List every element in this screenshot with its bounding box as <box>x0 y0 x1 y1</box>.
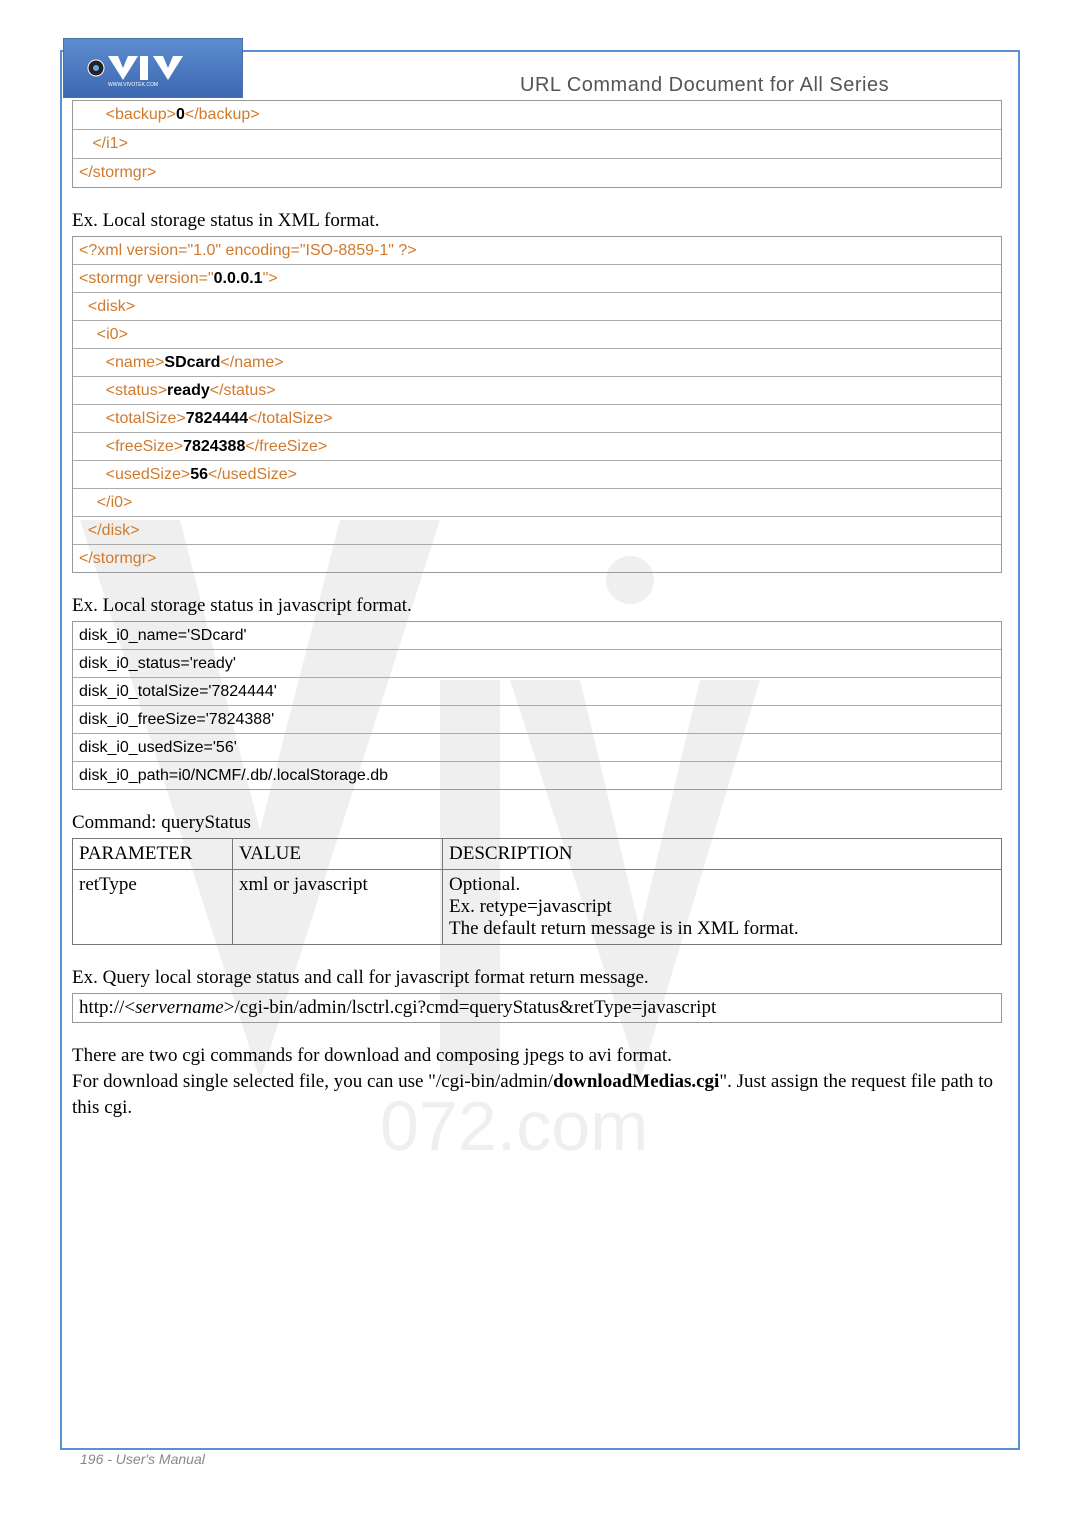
example-label-1: Ex. Local storage status in XML format. <box>72 210 1002 232</box>
code-line: <backup>0</backup> <box>73 101 1001 130</box>
header-title: URL Command Document for All Series <box>520 74 1080 97</box>
command-label: Command: queryStatus <box>72 812 1002 834</box>
table-cell: retType <box>73 870 233 945</box>
logo: WWW.VIVOTEK.COM <box>63 38 243 98</box>
code-line: http://<servername>/cgi-bin/admin/lsctrl… <box>73 994 1001 1022</box>
svg-text:WWW.VIVOTEK.COM: WWW.VIVOTEK.COM <box>108 82 158 88</box>
url-snippet: http://<servername>/cgi-bin/admin/lsctrl… <box>72 993 1002 1023</box>
code-line: <totalSize>7824444</totalSize> <box>73 405 1001 433</box>
code-line: <name>SDcard</name> <box>73 349 1001 377</box>
code-line: <stormgr version="0.0.0.1"> <box>73 265 1001 293</box>
parameter-table: PARAMETER VALUE DESCRIPTION retType xml … <box>72 838 1002 945</box>
code-line: <status>ready</status> <box>73 377 1001 405</box>
code-line: </disk> <box>73 517 1001 545</box>
js-snippet: disk_i0_name='SDcard' disk_i0_status='re… <box>72 621 1002 790</box>
code-line: </stormgr> <box>73 159 1001 187</box>
table-header: PARAMETER <box>73 839 233 870</box>
example-label-2: Ex. Local storage status in javascript f… <box>72 595 1002 617</box>
content-area: <backup>0</backup> </i1> </stormgr> Ex. … <box>72 100 1002 1121</box>
table-header: VALUE <box>233 839 443 870</box>
code-line: disk_i0_status='ready' <box>73 650 1001 678</box>
xml-snippet-1: <backup>0</backup> </i1> </stormgr> <box>72 100 1002 188</box>
code-line: <i0> <box>73 321 1001 349</box>
page-footer: 196 - User's Manual <box>80 1451 205 1467</box>
table-cell: Optional. Ex. retype=javascript The defa… <box>443 870 1002 945</box>
xml-snippet-2: <?xml version="1.0" encoding="ISO-8859-1… <box>72 236 1002 573</box>
code-line: disk_i0_freeSize='7824388' <box>73 706 1001 734</box>
code-line: <disk> <box>73 293 1001 321</box>
table-row: retType xml or javascript Optional. Ex. … <box>73 870 1002 945</box>
example-label-3: Ex. Query local storage status and call … <box>72 967 1002 989</box>
table-row: PARAMETER VALUE DESCRIPTION <box>73 839 1002 870</box>
code-line: disk_i0_totalSize='7824444' <box>73 678 1001 706</box>
paragraph: For download single selected file, you c… <box>72 1069 1002 1121</box>
body-text: There are two cgi commands for download … <box>72 1043 1002 1121</box>
code-line: disk_i0_path=i0/NCMF/.db/.localStorage.d… <box>73 762 1001 789</box>
code-line: </stormgr> <box>73 545 1001 572</box>
code-line: <usedSize>56</usedSize> <box>73 461 1001 489</box>
code-line: </i1> <box>73 130 1001 159</box>
code-line: <freeSize>7824388</freeSize> <box>73 433 1001 461</box>
table-header: DESCRIPTION <box>443 839 1002 870</box>
code-line: disk_i0_name='SDcard' <box>73 622 1001 650</box>
code-line: <?xml version="1.0" encoding="ISO-8859-1… <box>73 237 1001 265</box>
table-cell: xml or javascript <box>233 870 443 945</box>
code-line: </i0> <box>73 489 1001 517</box>
paragraph: There are two cgi commands for download … <box>72 1043 1002 1069</box>
code-line: disk_i0_usedSize='56' <box>73 734 1001 762</box>
